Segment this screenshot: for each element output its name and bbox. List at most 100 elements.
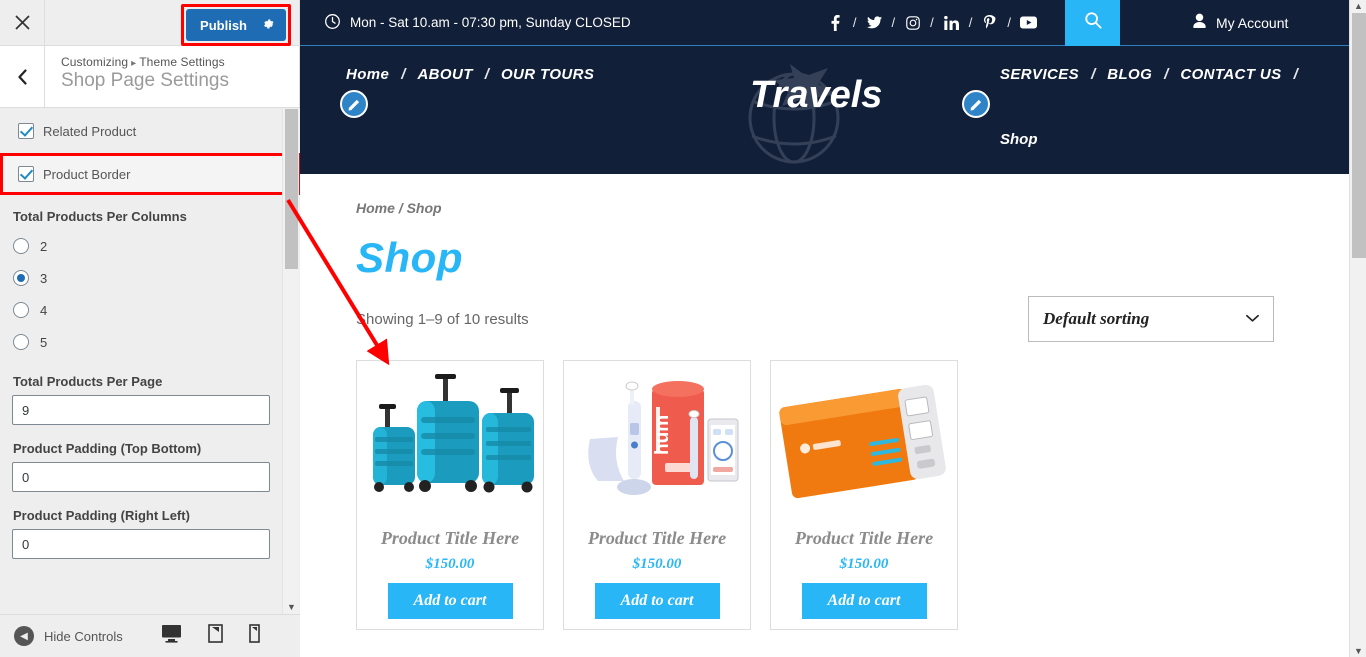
nav-item-blog[interactable]: BLOG	[1107, 66, 1152, 83]
pencil-icon[interactable]	[340, 90, 368, 118]
tablet-icon[interactable]	[207, 624, 223, 648]
desktop-icon[interactable]	[161, 624, 182, 648]
chevron-down-icon[interactable]: ▼	[1350, 646, 1366, 656]
publish-button[interactable]: Publish	[186, 9, 286, 41]
radio-columns-4[interactable]	[13, 302, 29, 318]
breadcrumb: Customizing ▸ Theme Settings	[61, 55, 229, 69]
nav-separator: /	[1293, 66, 1298, 83]
mobile-icon[interactable]	[248, 624, 260, 648]
breadcrumb-separator-icon: ▸	[131, 58, 137, 69]
product-image-orange-power-bank	[778, 368, 952, 518]
twitter-icon[interactable]	[866, 16, 883, 29]
breadcrumb-root[interactable]: Customizing	[61, 55, 128, 69]
customizer-panel-header: Customizing ▸ Theme Settings Shop Page Set…	[0, 46, 299, 108]
padding-top-bottom-input[interactable]	[12, 462, 270, 492]
add-to-cart-button[interactable]: Add to cart	[387, 583, 513, 619]
product-card[interactable]: Product Title Here $150.00 Add to cart	[770, 360, 958, 630]
radio-row-columns-4[interactable]: 4	[12, 294, 288, 326]
pencil-icon[interactable]	[962, 90, 990, 118]
social-separator: /	[930, 15, 934, 30]
chevron-left-icon: ◀	[14, 626, 34, 646]
search-button[interactable]	[1065, 0, 1120, 46]
nav-item-shop[interactable]: Shop	[1000, 131, 1038, 148]
products-per-page-input[interactable]	[12, 395, 270, 425]
radio-label-columns-4: 4	[40, 302, 48, 318]
opening-hours-text: Mon - Sat 10.am - 07:30 pm, Sunday CLOSE…	[350, 15, 631, 30]
nav-separator: /	[1164, 66, 1169, 83]
result-count: Showing 1–9 of 10 results	[356, 310, 529, 328]
control-related-product[interactable]: Related Product	[12, 109, 288, 153]
shop-toolbar: Showing 1–9 of 10 results Default sortin…	[356, 296, 1274, 342]
field-label-padding-top-bottom: Product Padding (Top Bottom)	[13, 441, 202, 456]
chevron-up-icon[interactable]: ▲	[1350, 1, 1366, 11]
nav-separator: /	[1091, 66, 1096, 83]
site-topbar: Mon - Sat 10.am - 07:30 pm, Sunday CLOSE…	[300, 0, 1366, 46]
checkbox-label-product-border: Product Border	[43, 166, 131, 182]
clock-icon	[324, 13, 341, 33]
instagram-icon[interactable]	[904, 15, 921, 30]
product-price: $150.00	[632, 556, 682, 572]
add-to-cart-button[interactable]: Add to cart	[594, 583, 720, 619]
site-navigation: Home / ABOUT / OUR TOURS Travels SERVICE…	[300, 46, 1366, 174]
add-to-cart-button[interactable]: Add to cart	[801, 583, 927, 619]
site-preview: Mon - Sat 10.am - 07:30 pm, Sunday CLOSE…	[300, 0, 1366, 657]
radio-columns-5[interactable]	[13, 334, 29, 350]
radio-columns-2[interactable]	[13, 238, 29, 254]
nav-separator: /	[401, 66, 406, 83]
nav-item-about[interactable]: ABOUT	[417, 66, 472, 83]
sidebar-scrollbar-thumb[interactable]	[285, 109, 298, 269]
my-account-label: My Account	[1216, 14, 1289, 31]
radio-row-columns-3[interactable]: 3	[12, 262, 288, 294]
gear-icon[interactable]	[261, 17, 275, 33]
control-columns-group: Total Products Per Columns 2 3 4 5	[12, 195, 288, 358]
social-links: / / / / /	[827, 14, 1037, 31]
breadcrumb-parent[interactable]: Theme Settings	[139, 55, 224, 69]
facebook-icon[interactable]	[827, 14, 844, 31]
chevron-down-icon	[1246, 311, 1259, 327]
product-card[interactable]: hum Product Title Here $150.00 Add to ca…	[563, 360, 751, 630]
field-label-padding-right-left: Product Padding (Right Left)	[13, 508, 190, 523]
preview-scrollbar-thumb[interactable]	[1352, 13, 1366, 258]
site-logo[interactable]: Travels	[750, 74, 882, 117]
checkbox-related-product[interactable]	[18, 123, 34, 139]
youtube-icon[interactable]	[1020, 16, 1037, 29]
breadcrumb[interactable]: Home / Shop	[356, 200, 1366, 216]
radio-row-columns-2[interactable]: 2	[12, 230, 288, 262]
preview-scrollbar[interactable]: ▲ ▼	[1349, 0, 1366, 657]
control-product-border[interactable]: Product Border	[0, 153, 300, 195]
nav-right-group: SERVICES / BLOG / CONTACT US /	[1000, 66, 1298, 83]
checkbox-product-border[interactable]	[18, 166, 34, 182]
device-preview-switcher	[161, 624, 260, 648]
back-button[interactable]	[0, 46, 45, 107]
chevron-down-icon[interactable]: ▼	[283, 602, 300, 612]
sorting-select[interactable]: Default sorting	[1028, 296, 1274, 342]
product-title[interactable]: Product Title Here	[364, 528, 536, 549]
product-title[interactable]: Product Title Here	[778, 528, 950, 549]
checkbox-label-related-product: Related Product	[43, 123, 137, 139]
linkedin-icon[interactable]	[943, 15, 960, 30]
radio-label-columns-3: 3	[40, 270, 48, 286]
sidebar-scrollbar[interactable]: ▼	[282, 109, 299, 614]
nav-item-our-tours[interactable]: OUR TOURS	[501, 66, 594, 83]
customizer-screen: Publish Customizing ▸ Theme Settings Sho…	[0, 0, 1366, 657]
customizer-sidebar: Publish Customizing ▸ Theme Settings Sho…	[0, 0, 300, 657]
padding-right-left-input[interactable]	[12, 529, 270, 559]
columns-group-title: Total Products Per Columns	[13, 209, 187, 224]
nav-item-services[interactable]: SERVICES	[1000, 66, 1079, 83]
radio-label-columns-2: 2	[40, 238, 48, 254]
hide-controls-button[interactable]: ◀ Hide Controls	[0, 626, 123, 646]
publish-label: Publish	[200, 17, 247, 33]
social-separator: /	[1007, 15, 1011, 30]
nav-item-contact-us[interactable]: CONTACT US	[1180, 66, 1281, 83]
close-icon[interactable]	[0, 0, 45, 45]
nav-item-home[interactable]: Home	[346, 66, 389, 83]
search-icon	[1084, 11, 1102, 34]
radio-columns-3[interactable]	[13, 270, 29, 286]
product-price: $150.00	[839, 556, 889, 572]
radio-row-columns-5[interactable]: 5	[12, 326, 288, 358]
pinterest-icon[interactable]	[981, 14, 998, 31]
product-card[interactable]: Product Title Here $150.00 Add to cart	[356, 360, 544, 630]
radio-label-columns-5: 5	[40, 334, 48, 350]
my-account-link[interactable]: My Account	[1120, 13, 1366, 32]
product-title[interactable]: Product Title Here	[571, 528, 743, 549]
